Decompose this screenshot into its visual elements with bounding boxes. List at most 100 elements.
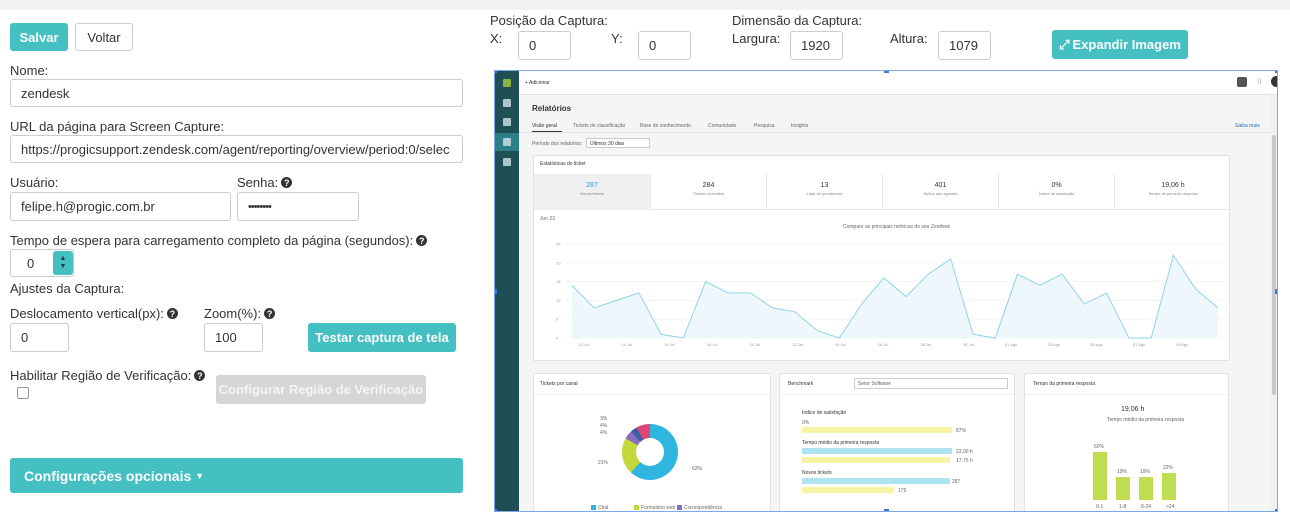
x-tick-label: 07 Ago <box>1133 342 1146 347</box>
stat-value: 13 <box>820 182 829 189</box>
height-label: Altura: <box>890 31 928 46</box>
stat-item: 284 Tickets resolvidos <box>650 174 766 210</box>
reports-icon <box>503 138 511 146</box>
configure-verify-button: Configurar Região de Verificação <box>216 375 426 404</box>
resize-handle[interactable] <box>1275 289 1277 294</box>
stat-value: 287 <box>586 182 598 189</box>
help-icon[interactable]: ? <box>281 177 293 189</box>
x-tick-label: 14 Jul <box>621 342 632 347</box>
resize-handle[interactable] <box>495 289 497 294</box>
chevron-down-icon[interactable]: ▼ <box>60 263 67 271</box>
tab-insights: Insights <box>791 123 809 129</box>
legend-web: Formulário web <box>641 505 676 511</box>
bench-value: 17,75 h <box>956 458 973 464</box>
adjust-label: Ajustes da Captura: <box>10 281 125 296</box>
response-cat: 0-1 <box>1096 504 1104 510</box>
wait-stepper[interactable]: ▲ ▼ <box>53 251 73 275</box>
donut-hole <box>636 438 664 466</box>
response-pct: 22% <box>1163 465 1174 471</box>
preview-scrollbar[interactable] <box>1271 95 1277 511</box>
avatar <box>1271 76 1277 87</box>
user-label: Usuário: <box>10 175 59 190</box>
vscroll-input[interactable]: 0 <box>10 323 69 352</box>
verify-checkbox[interactable] <box>17 387 29 399</box>
expand-image-button[interactable]: ⤢ Expandir Imagem <box>1052 30 1188 59</box>
user-input[interactable]: felipe.h@progic.com.br <box>10 192 231 221</box>
response-cat: 8-24 <box>1141 504 1152 510</box>
stat-name: Índice de satisfação <box>1038 191 1075 196</box>
back-button[interactable]: Voltar <box>75 23 133 51</box>
stat-name: Ações dos agentes <box>923 191 958 196</box>
page-title: Relatórios <box>532 104 572 113</box>
stat-item: 287 Novos tickets <box>534 174 650 210</box>
help-icon[interactable]: ? <box>416 235 428 247</box>
response-bar <box>1139 477 1153 500</box>
tab-community: Comunidade <box>708 123 737 129</box>
x-tick-label: 18 Jul <box>707 342 718 347</box>
panel-divider <box>1025 394 1230 395</box>
bench-bar <box>802 487 894 493</box>
benchmark-panel: Benchmark Setor Software Índice de satis… <box>779 373 1016 511</box>
channel-title: Tickets por canal <box>540 381 578 387</box>
help-icon[interactable]: ? <box>194 370 206 382</box>
stat-value: 284 <box>702 182 715 189</box>
x-input[interactable]: 0 <box>518 31 571 60</box>
scrollbar-thumb[interactable] <box>1272 135 1276 395</box>
chart-caption: Compare as principais métricas do seu Ze… <box>843 224 950 230</box>
stats-card: Estatísticas do ticket 287 Novos tickets … <box>533 155 1231 361</box>
stat-name: Lidar de pendências <box>806 191 843 196</box>
more-link: Saiba mais <box>1235 123 1260 129</box>
series-area <box>572 255 1218 338</box>
bench-value: 23,00 h <box>956 449 973 455</box>
width-input[interactable]: 1920 <box>790 31 843 60</box>
home-icon <box>503 99 511 107</box>
resize-handle[interactable] <box>1275 71 1277 73</box>
position-label: Posição da Captura: <box>490 13 608 28</box>
optional-settings-toggle[interactable]: Configurações opcionais ▼ <box>10 458 463 493</box>
resize-handle[interactable] <box>884 509 889 511</box>
expand-icon: ⤢ <box>1059 36 1070 52</box>
tab-survey: Pesquisa <box>754 123 775 129</box>
test-capture-button[interactable]: Testar captura de tela <box>308 323 456 352</box>
chevron-up-icon[interactable]: ▲ <box>60 255 67 263</box>
y-input[interactable]: 0 <box>638 31 691 60</box>
response-cat: 1-8 <box>1119 504 1127 510</box>
stats-title: Estatísticas do ticket <box>540 161 586 167</box>
save-button[interactable]: Salvar <box>10 23 68 51</box>
panel-divider <box>780 394 1016 395</box>
resize-handle[interactable] <box>495 509 497 511</box>
vscroll-label: Deslocamento vertical(px): <box>10 306 164 321</box>
channel-pct: 3% <box>600 416 608 422</box>
bench-bar <box>802 448 952 454</box>
channel-pct: 21% <box>598 460 609 466</box>
verify-label: Habilitar Região de Verificação: <box>10 368 192 383</box>
name-label: Nome: <box>10 63 49 78</box>
password-label-wrap: Senha:? <box>237 175 293 190</box>
capture-preview[interactable]: + Adicionar ⁝⁝ Relatórios Visão geral Ti… <box>494 70 1278 512</box>
help-icon[interactable]: ? <box>264 308 276 320</box>
x-tick-label: 16 Jul <box>664 342 675 347</box>
stat-item: 0% Índice de satisfação <box>998 174 1114 210</box>
response-cat: >24 <box>1166 504 1175 510</box>
response-title: Tempo da primeira resposta <box>1033 381 1095 387</box>
ticket-line-chart: 25 20 15 10 5 0 12 Jul 14 Jul 16 Jul 18 Jul 20 Jul… <box>556 242 1224 347</box>
password-input[interactable]: •••••••• <box>237 192 359 221</box>
resize-handle[interactable] <box>495 71 497 73</box>
resize-handle[interactable] <box>1275 509 1277 511</box>
period-label: Período dos relatórios: <box>532 141 583 147</box>
url-label: URL da página para Screen Capture: <box>10 119 225 134</box>
tab-knowledge: Base de conhecimento <box>640 123 691 129</box>
resize-handle[interactable] <box>884 71 889 73</box>
legend-swatch <box>677 505 682 510</box>
caret-down-icon: ▼ <box>195 470 205 481</box>
height-input[interactable]: 1079 <box>938 31 991 60</box>
name-input[interactable]: zendesk <box>10 79 463 107</box>
panel-divider <box>534 394 772 395</box>
width-label: Largura: <box>732 31 781 46</box>
zoom-input[interactable]: 100 <box>204 323 263 352</box>
help-icon[interactable]: ? <box>166 308 178 320</box>
legend-swatch <box>634 505 639 510</box>
response-pct: 19% <box>1140 469 1151 475</box>
add-label: + Adicionar <box>525 80 550 86</box>
url-input[interactable]: https://progicsupport.zendesk.com/agent/… <box>10 135 463 163</box>
